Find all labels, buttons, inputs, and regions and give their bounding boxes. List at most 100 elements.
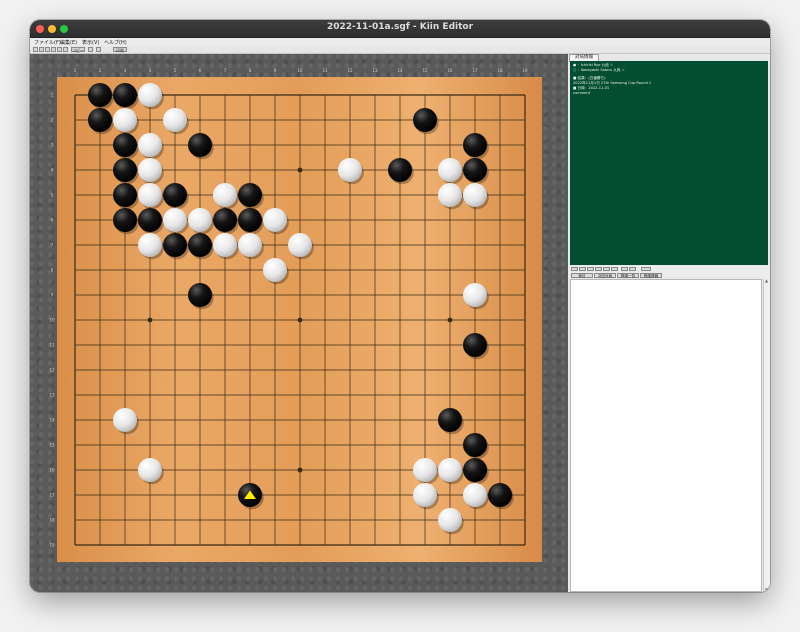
white-stone[interactable] — [138, 83, 162, 107]
white-stone[interactable] — [163, 208, 187, 232]
black-stone[interactable] — [238, 183, 262, 207]
side-dropdown[interactable] — [641, 267, 651, 271]
white-stone[interactable] — [463, 283, 487, 307]
menu-help[interactable]: ヘルプ(H) — [104, 39, 127, 46]
star-point — [447, 317, 453, 323]
black-stone[interactable] — [88, 108, 112, 132]
forward-one-icon[interactable] — [51, 47, 56, 52]
white-stone[interactable] — [138, 133, 162, 157]
white-stone[interactable] — [463, 183, 487, 207]
col-label: 6 — [199, 68, 202, 73]
comment-area[interactable] — [570, 279, 762, 592]
black-stone[interactable] — [413, 108, 437, 132]
col-label: 18 — [497, 68, 503, 73]
white-stone[interactable] — [263, 208, 287, 232]
menu-file[interactable]: ファイル(F) — [34, 39, 61, 46]
black-stone[interactable] — [188, 283, 212, 307]
white-stone[interactable] — [438, 158, 462, 182]
col-label: 17 — [472, 68, 478, 73]
white-stone[interactable] — [438, 183, 462, 207]
game-info-button[interactable]: 棋譜情報 — [640, 273, 662, 278]
side-up-icon[interactable] — [621, 267, 628, 271]
white-stone[interactable] — [438, 508, 462, 532]
copy-button[interactable]: コピー — [71, 47, 85, 53]
col-label: 11 — [322, 68, 328, 73]
black-stone[interactable] — [463, 133, 487, 157]
row-label: 2 — [51, 118, 54, 123]
row-label: 5 — [51, 193, 54, 198]
last-move-icon[interactable] — [63, 47, 68, 52]
white-stone[interactable] — [113, 108, 137, 132]
side-back-icon[interactable] — [579, 267, 586, 271]
black-stone[interactable] — [113, 133, 137, 157]
white-stone[interactable] — [138, 158, 162, 182]
black-stone[interactable] — [113, 83, 137, 107]
white-stone[interactable] — [463, 483, 487, 507]
white-stone[interactable] — [288, 233, 312, 257]
black-stone[interactable] — [113, 158, 137, 182]
side-prev-icon[interactable] — [587, 267, 594, 271]
side-panel: 対局情報 ● ：Ichiriki Ryo 九段 ☆ ○ ：Kobayashi S… — [569, 54, 770, 592]
scroll-down-icon[interactable]: ▼ — [765, 588, 769, 592]
black-stone[interactable] — [463, 333, 487, 357]
black-stone[interactable] — [463, 433, 487, 457]
black-stone[interactable] — [438, 408, 462, 432]
side-next-icon[interactable] — [595, 267, 602, 271]
back-ten-icon[interactable] — [39, 47, 44, 52]
white-stone[interactable] — [338, 158, 362, 182]
black-stone[interactable] — [88, 83, 112, 107]
side-last-icon[interactable] — [611, 267, 618, 271]
rotate-icon[interactable] — [88, 47, 93, 52]
forward-ten-icon[interactable] — [57, 47, 62, 52]
white-stone[interactable] — [188, 208, 212, 232]
comment-scrollbar[interactable]: ▲ ▼ — [763, 279, 770, 592]
white-stone[interactable] — [213, 183, 237, 207]
review-button[interactable]: 検討 — [571, 273, 593, 278]
white-stone[interactable] — [413, 483, 437, 507]
window-title: 2022-11-01a.sgf - Kiin Editor — [326, 22, 474, 32]
white-stone[interactable] — [163, 108, 187, 132]
row-label: 4 — [51, 168, 54, 173]
white-stone[interactable] — [138, 458, 162, 482]
row-label: 10 — [49, 318, 55, 323]
go-board[interactable]: 1 2 3 4 5 6 7 8 9 10 11 12 13 14 15 16 17 18 1912345678910… — [30, 54, 568, 592]
back-one-icon[interactable] — [45, 47, 50, 52]
row-label: 14 — [49, 418, 55, 423]
menu-edit[interactable]: 編集(E) — [60, 39, 77, 46]
black-stone[interactable] — [213, 208, 237, 232]
row-label: 17 — [49, 493, 55, 498]
white-stone[interactable] — [438, 458, 462, 482]
black-stone[interactable] — [163, 183, 187, 207]
black-stone[interactable] — [388, 158, 412, 182]
black-stone[interactable] — [163, 233, 187, 257]
side-forward-icon[interactable] — [603, 267, 610, 271]
black-stone[interactable] — [188, 233, 212, 257]
white-stone[interactable] — [138, 233, 162, 257]
black-stone[interactable] — [463, 158, 487, 182]
black-stone[interactable] — [113, 208, 137, 232]
side-down-icon[interactable] — [629, 267, 636, 271]
number-icon[interactable] — [96, 47, 101, 52]
black-stone[interactable] — [238, 208, 262, 232]
black-stone[interactable] — [188, 133, 212, 157]
print-button[interactable]: 印刷 — [113, 47, 127, 53]
black-stone[interactable] — [463, 458, 487, 482]
black-stone[interactable] — [488, 483, 512, 507]
scroll-up-icon[interactable]: ▲ — [765, 279, 769, 283]
side-first-icon[interactable] — [571, 267, 578, 271]
game-list-button[interactable]: 棋譜一覧 — [617, 273, 639, 278]
next-game-button[interactable]: 次回対局 — [594, 273, 616, 278]
black-stone[interactable] — [138, 208, 162, 232]
row-label: 16 — [49, 468, 55, 473]
white-stone[interactable] — [263, 258, 287, 282]
white-stone[interactable] — [213, 233, 237, 257]
white-stone[interactable] — [238, 233, 262, 257]
row-label: 19 — [49, 543, 55, 548]
first-move-icon[interactable] — [33, 47, 38, 52]
white-stone[interactable] — [113, 408, 137, 432]
menu-view[interactable]: 表示(V) — [82, 39, 99, 46]
white-stone[interactable] — [138, 183, 162, 207]
black-stone[interactable] — [113, 183, 137, 207]
white-stone[interactable] — [413, 458, 437, 482]
row-label: 6 — [51, 218, 54, 223]
